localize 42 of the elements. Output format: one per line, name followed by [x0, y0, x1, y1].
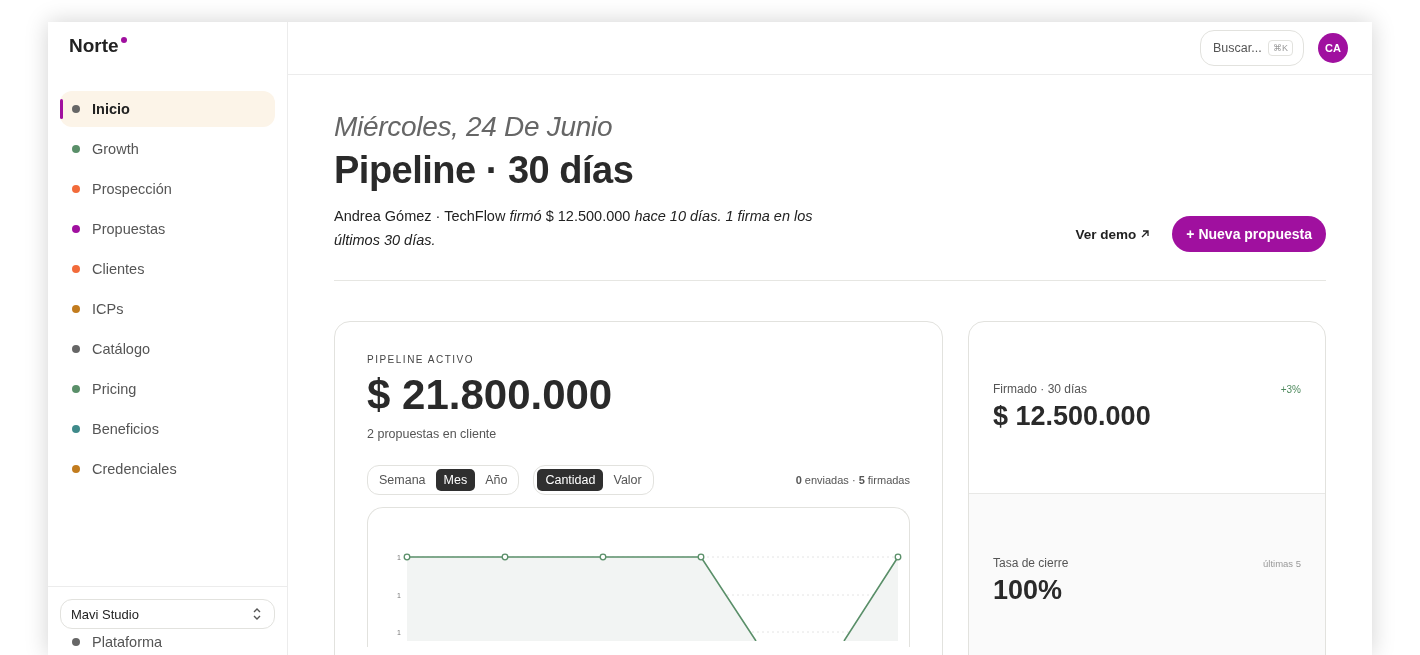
stat-label: Tasa de cierre [993, 556, 1069, 570]
pipeline-amount: $ 21.800.000 [367, 371, 614, 419]
stat-label: Firmado · 30 días [993, 382, 1088, 396]
card-subtitle: 2 propuestas en cliente [367, 427, 498, 441]
nav-item[interactable]: Prospección [60, 171, 275, 207]
note-text: últimas 5 [1263, 558, 1301, 569]
toggle-option[interactable]: Cantidad [537, 469, 604, 491]
workspace-select[interactable]: Mavi Studio [60, 599, 275, 629]
toggle-option[interactable]: Semana [371, 469, 434, 491]
nav-item[interactable]: Clientes [60, 251, 275, 287]
demo-link[interactable]: Ver demo [1075, 226, 1137, 242]
date-text: Miércoles, 24 De Junio [334, 111, 614, 143]
data-point [894, 553, 902, 561]
card-label: PIPELINE ACTIVO [367, 354, 475, 365]
brand-logo: Norte [69, 35, 127, 57]
nav-item[interactable]: Inicio [60, 91, 275, 127]
data-point [697, 553, 705, 561]
change-text: +3% [1280, 384, 1301, 395]
nav-item[interactable]: Catálogo [60, 331, 275, 367]
toggle-option[interactable]: Año [477, 469, 516, 491]
new-proposal-button[interactable]: + Nueva propuesta [1172, 216, 1326, 252]
toggle-option[interactable]: Valor [605, 469, 650, 491]
nav-item[interactable]: Propuestas [60, 211, 275, 247]
page-title: Pipeline · 30 días [334, 149, 635, 192]
nav-item[interactable]: Pricing [60, 371, 275, 407]
user-avatar[interactable]: CA [1318, 33, 1348, 63]
shortcut-hint: ⌘K [1268, 40, 1293, 56]
data-point [403, 553, 411, 561]
chevron-up-down-icon [252, 607, 262, 621]
nav-item[interactable]: Beneficios [60, 411, 275, 447]
data-point [501, 553, 509, 561]
summary-text: Andrea Gómez · TechFlow firmó $ 12.500.000 hace 10 días. 1 firma en los últimos 30 días. [334, 207, 814, 250]
nav-item[interactable]: Growth [60, 131, 275, 167]
counts-text: 0 enviadas · 5 firmadas [795, 474, 910, 486]
data-point [599, 553, 607, 561]
arrow-up-right-icon [1140, 229, 1151, 239]
stat-value: $ 12.500.000 [993, 401, 1152, 432]
toggle-option[interactable]: Mes [435, 469, 476, 491]
stat-value: 100% [993, 575, 1064, 606]
nav-item[interactable]: Plataforma [60, 629, 275, 655]
nav-item[interactable]: ICPs [60, 291, 275, 327]
nav-item[interactable]: Credenciales [60, 451, 275, 487]
